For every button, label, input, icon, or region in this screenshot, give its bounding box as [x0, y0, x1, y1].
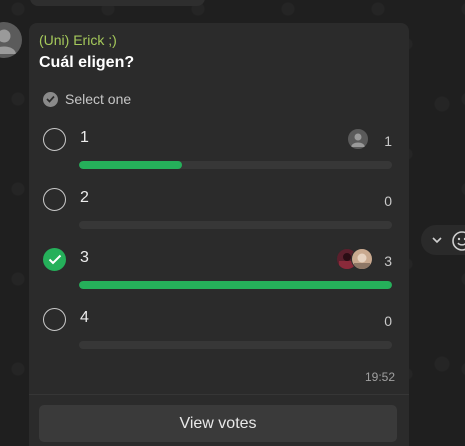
vote-progress-track — [79, 281, 392, 289]
divider — [29, 394, 409, 395]
vote-progress-track — [79, 221, 392, 229]
previous-message-bubble — [30, 0, 205, 6]
option-label: 4 — [80, 309, 89, 326]
voter-avatar — [347, 128, 369, 150]
emoji-icon[interactable] — [451, 230, 465, 252]
person-icon — [351, 133, 365, 147]
option-label: 2 — [80, 189, 89, 206]
person-icon — [0, 29, 16, 54]
sender-name[interactable]: (Uni) Erick ;) — [39, 32, 117, 48]
poll-message[interactable]: (Uni) Erick ;) Cuál eligen? Select one 1… — [29, 23, 409, 446]
select-hint-text: Select one — [65, 91, 132, 107]
select-hint: Select one — [43, 91, 131, 107]
option-3-radio[interactable] — [43, 248, 66, 271]
vote-progress-track — [79, 341, 392, 349]
option-label: 3 — [80, 249, 89, 266]
message-actions — [421, 225, 465, 255]
vote-count: 0 — [384, 313, 392, 329]
option-1-radio[interactable] — [43, 128, 66, 151]
option-label: 1 — [80, 129, 89, 146]
sender-avatar[interactable] — [0, 22, 22, 58]
chevron-down-icon[interactable] — [431, 234, 443, 246]
check-icon — [48, 254, 62, 265]
vote-progress-track — [79, 161, 392, 169]
poll-option-3[interactable]: 3 3 — [43, 248, 393, 298]
vote-progress-fill — [79, 161, 183, 169]
vote-count: 3 — [384, 253, 392, 269]
vote-count: 1 — [384, 133, 392, 149]
option-4-radio[interactable] — [43, 308, 66, 331]
voter-avatar — [351, 248, 373, 270]
voter-avatars[interactable] — [336, 248, 373, 270]
vote-progress-fill — [79, 281, 392, 289]
vote-count: 0 — [384, 193, 392, 209]
message-timestamp: 19:52 — [364, 370, 395, 384]
poll-option-4[interactable]: 4 0 — [43, 308, 393, 358]
check-circle-icon — [43, 91, 58, 107]
voter-avatars[interactable] — [347, 128, 369, 150]
poll-question: Cuál eligen? — [39, 54, 135, 71]
poll-option-1[interactable]: 1 1 — [43, 128, 393, 178]
view-votes-button[interactable]: View votes — [39, 405, 397, 442]
option-2-radio[interactable] — [43, 188, 66, 211]
poll-option-2[interactable]: 2 0 — [43, 188, 393, 238]
